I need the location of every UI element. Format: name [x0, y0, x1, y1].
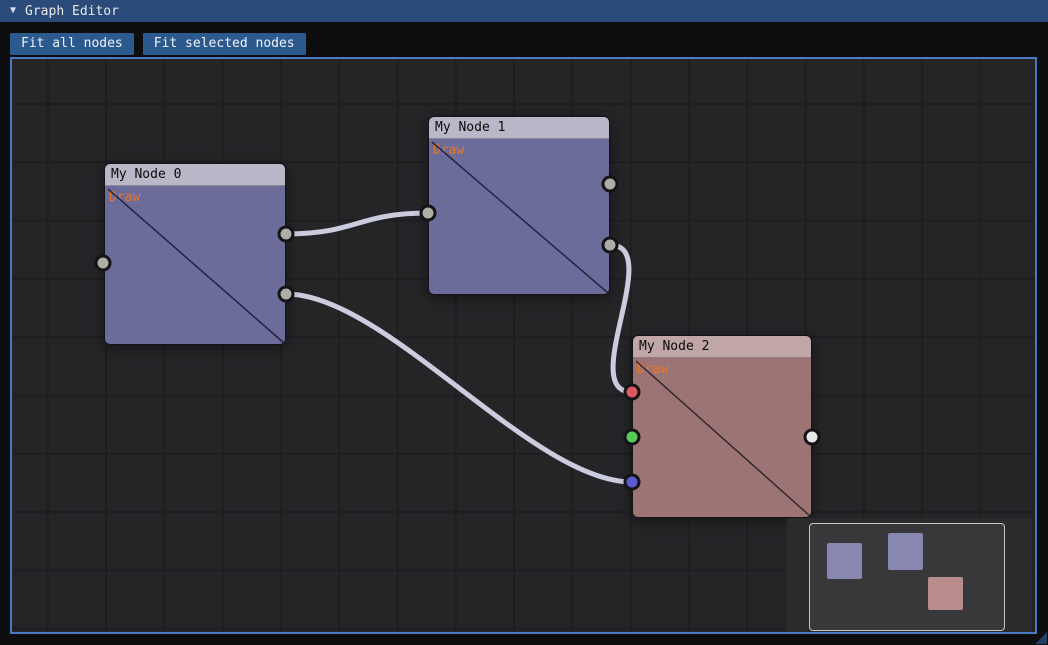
- fit-all-nodes-button[interactable]: Fit all nodes: [10, 33, 134, 55]
- my-node-2-input-pin[interactable]: [625, 475, 639, 489]
- window-title: Graph Editor: [25, 4, 119, 19]
- my-node-0-output-pin[interactable]: [279, 287, 293, 301]
- my-node-1-output-pin[interactable]: [603, 238, 617, 252]
- minimap-my-node-2[interactable]: [928, 577, 963, 610]
- my-node-2[interactable]: My Node 2Draw: [632, 335, 812, 518]
- minimap-my-node-1[interactable]: [888, 533, 923, 570]
- node-diagonal-line: [105, 164, 286, 345]
- minimap-my-node-0[interactable]: [827, 543, 862, 579]
- graph-editor-window: ▼ Graph Editor Fit all nodes Fit selecte…: [0, 0, 1048, 645]
- my-node-1-output-pin[interactable]: [603, 177, 617, 191]
- my-node-1-input-pin[interactable]: [421, 206, 435, 220]
- node-diagonal-line: [633, 336, 812, 518]
- my-node-0-output-pin[interactable]: [279, 227, 293, 241]
- my-node-2-input-pin[interactable]: [625, 385, 639, 399]
- fit-selected-nodes-button[interactable]: Fit selected nodes: [143, 33, 306, 55]
- my-node-0-input-pin[interactable]: [96, 256, 110, 270]
- node-diagonal-line: [429, 117, 610, 295]
- collapse-arrow-icon[interactable]: ▼: [10, 6, 16, 16]
- my-node-1[interactable]: My Node 1Draw: [428, 116, 610, 295]
- my-node-2-output-pin[interactable]: [805, 430, 819, 444]
- window-titlebar[interactable]: ▼ Graph Editor: [0, 0, 1048, 22]
- toolbar: Fit all nodes Fit selected nodes: [0, 22, 1048, 57]
- resize-grip[interactable]: [1035, 632, 1047, 644]
- my-node-0[interactable]: My Node 0Draw: [104, 163, 286, 345]
- my-node-2-input-pin[interactable]: [625, 430, 639, 444]
